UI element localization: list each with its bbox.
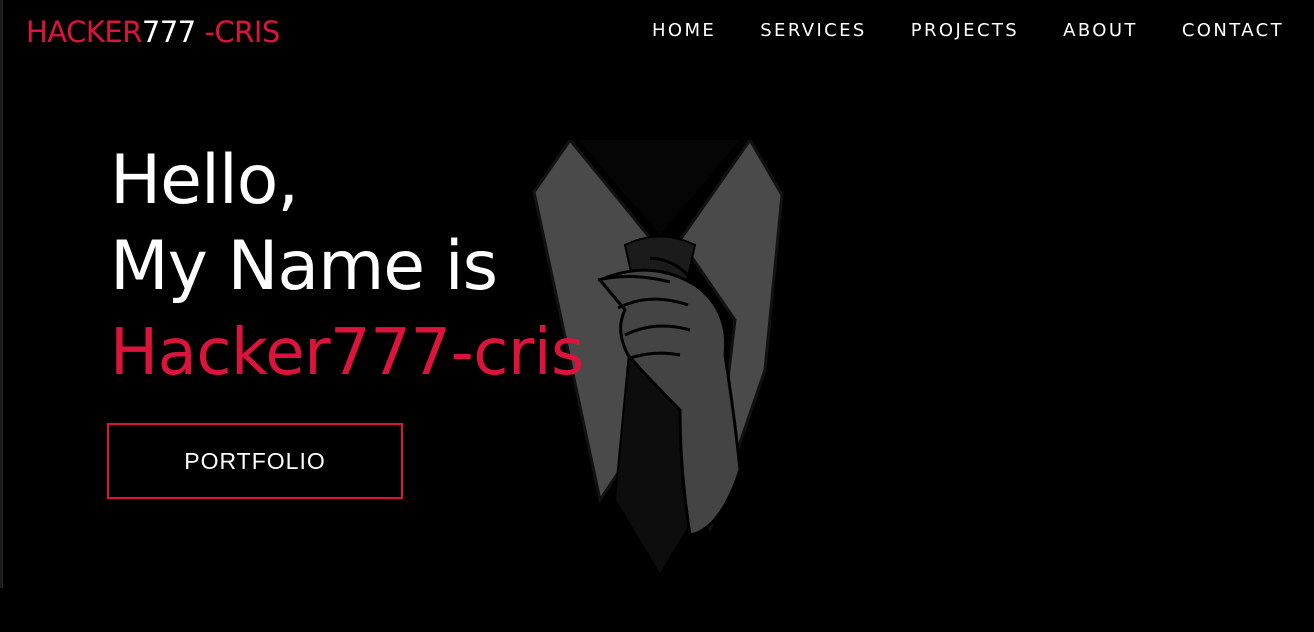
hero-greeting: Hello, [110, 141, 299, 220]
main-nav: HOME SERVICES PROJECTS ABOUT CONTACT [652, 17, 1284, 45]
logo-part-cris: -CRIS [195, 15, 280, 49]
page: HACKER777 -CRIS HOME SERVICES PROJECTS A… [0, 0, 1314, 632]
left-edge-border [0, 0, 3, 588]
nav-item-contact[interactable]: CONTACT [1182, 17, 1284, 45]
hero-heading: Hello, My Name is Hacker777-cris [110, 138, 584, 396]
nav-item-home[interactable]: HOME [652, 17, 716, 45]
portfolio-button[interactable]: PORTFOLIO [107, 423, 403, 499]
hero-name: Hacker777-cris [110, 316, 584, 390]
hero-intro: My Name is [110, 227, 498, 306]
nav-item-about[interactable]: ABOUT [1063, 17, 1138, 45]
logo-part-777: 777 [141, 15, 196, 49]
site-logo[interactable]: HACKER777 -CRIS [26, 12, 280, 52]
nav-item-projects[interactable]: PROJECTS [911, 17, 1019, 45]
logo-part-hacker: HACKER [26, 15, 142, 49]
nav-item-services[interactable]: SERVICES [760, 17, 867, 45]
